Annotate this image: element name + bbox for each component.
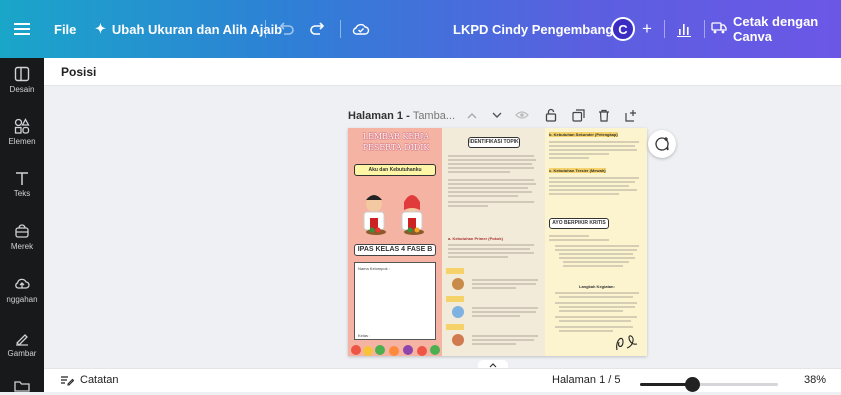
page-title-input[interactable]: Tamba... — [413, 110, 455, 122]
zoom-value[interactable]: 38% — [804, 374, 826, 386]
sidebar-item-elements[interactable]: Elemen — [0, 118, 44, 146]
activity-steps-heading: Langkah Kegiatan: — [579, 284, 615, 289]
divider — [704, 20, 705, 38]
primary-needs-heading: a. Kebutuhan Primer (Pokok) — [448, 236, 503, 241]
secondary-needs-heading: b. Kebutuhan Sekunder (Pelengkap) — [549, 132, 618, 137]
signature-doodle — [613, 332, 639, 356]
tertiary-needs-heading: c. Kebutuhan Tersier (Mewah) — [549, 168, 606, 173]
chevron-up-icon — [489, 362, 497, 367]
duplicate-page-icon[interactable] — [569, 105, 587, 125]
elements-icon — [14, 118, 30, 134]
add-collaborator-icon[interactable]: + — [642, 0, 652, 58]
sidebar-item-label: Elemen — [8, 137, 36, 146]
page-down-icon[interactable] — [488, 105, 506, 125]
cloud-save-icon[interactable] — [352, 0, 370, 58]
sparkle-icon: ✦ — [95, 21, 106, 36]
comment-add-icon — [655, 137, 669, 151]
worksheet-title: LEMBAR KERJA PESERTA DIDIK — [362, 132, 430, 152]
identify-topic-heading: IDENTIFIKASI TOPIK — [468, 137, 520, 148]
print-label: Cetak dengan Canva — [733, 14, 819, 44]
avatar: C — [611, 17, 635, 41]
upload-icon — [15, 278, 30, 289]
position-button[interactable]: Posisi — [61, 65, 96, 79]
document-title[interactable]: LKPD Cindy Pengembangan — [453, 0, 629, 58]
class-badge: IPAS KELAS 4 FASE B — [354, 244, 436, 256]
needs-column: b. Kebutuhan Sekunder (Pelengkap) c. Keb… — [545, 128, 647, 356]
divider — [340, 20, 341, 38]
kelas-label: Kelas : — [358, 333, 371, 338]
group-label: Nama Kelompok : — [358, 266, 390, 271]
text-lines — [549, 234, 643, 285]
divider — [265, 20, 266, 38]
page-header: Halaman 1 - Tamba... — [348, 107, 455, 125]
text-lines — [549, 140, 643, 171]
user-avatar[interactable]: C — [611, 0, 635, 58]
needs-items — [446, 266, 542, 354]
sidebar-item-label: Desain — [9, 85, 35, 94]
sidebar-item-draw[interactable]: Gambar — [0, 330, 44, 358]
divider — [664, 20, 665, 38]
text-icon — [16, 172, 28, 185]
delete-page-icon[interactable] — [595, 105, 613, 125]
lock-icon[interactable] — [542, 105, 560, 125]
top-toolbar: File ✦ Ubah Ukuran dan Alih Ajaib LKPD C… — [0, 0, 841, 58]
undo-icon[interactable] — [278, 0, 294, 58]
notes-icon — [61, 376, 74, 386]
sidebar-item-text[interactable]: Teks — [0, 170, 44, 198]
bottom-bar: Catatan Halaman 1 / 5 38% — [44, 368, 841, 392]
notes-button[interactable]: Catatan — [60, 374, 119, 386]
page-indicator[interactable]: Halaman 1 / 5 — [552, 374, 620, 386]
sidebar-item-label: Merek — [10, 242, 34, 251]
brand-icon — [15, 224, 29, 238]
sidebar-item-more[interactable] — [0, 380, 44, 395]
resize-label: Ubah Ukuran dan Alih Ajaib — [111, 21, 283, 37]
worksheet-subtitle: Aku dan Kebutuhanku — [354, 164, 436, 176]
topic-column: IDENTIFIKASI TOPIK a. Kebutuhan Primer (… — [442, 128, 545, 356]
resize-button[interactable]: ✦ Ubah Ukuran dan Alih Ajaib — [95, 0, 282, 58]
layout-icon — [14, 66, 30, 82]
folder-icon — [14, 381, 30, 392]
group-members-box: Nama Kelompok : Kelas : — [354, 262, 436, 340]
analytics-icon[interactable] — [676, 0, 692, 58]
truck-icon — [711, 21, 727, 37]
file-menu[interactable]: File — [54, 0, 76, 58]
zoom-slider[interactable] — [640, 383, 778, 386]
page-up-icon[interactable] — [463, 105, 481, 125]
hide-page-icon[interactable] — [513, 105, 531, 125]
menu-icon[interactable] — [14, 0, 30, 58]
print-with-canva-button[interactable]: Cetak dengan Canva — [711, 0, 841, 58]
redo-icon[interactable] — [310, 0, 326, 58]
worksheet-cover-column: LEMBAR KERJA PESERTA DIDIK Aku dan Kebut… — [348, 128, 442, 356]
design-page[interactable]: LEMBAR KERJA PESERTA DIDIK Aku dan Kebut… — [348, 128, 647, 356]
add-page-icon[interactable] — [621, 105, 639, 125]
notes-label: Catatan — [80, 374, 119, 386]
students-illustration — [356, 188, 434, 236]
context-toolbar: Posisi — [44, 58, 841, 86]
sidebar-item-label: nggahan — [6, 295, 38, 304]
left-sidebar: Desain Elemen Teks Merek nggahan Gambar — [0, 58, 44, 392]
page-label: Halaman 1 - — [348, 110, 413, 122]
critical-thinking-heading: AYO BERPIKIR KRITIS — [549, 218, 609, 229]
sidebar-item-design[interactable]: Desain — [0, 66, 44, 94]
sidebar-item-brand[interactable]: Merek — [0, 223, 44, 251]
add-comment-button[interactable] — [648, 130, 676, 158]
sidebar-item-label: Gambar — [7, 349, 37, 358]
sidebar-item-label: Teks — [13, 189, 31, 198]
fruit-border — [348, 342, 442, 356]
draw-icon — [16, 334, 28, 346]
text-lines — [549, 176, 643, 211]
sidebar-item-uploads[interactable]: nggahan — [0, 276, 44, 304]
text-lines — [448, 154, 538, 239]
